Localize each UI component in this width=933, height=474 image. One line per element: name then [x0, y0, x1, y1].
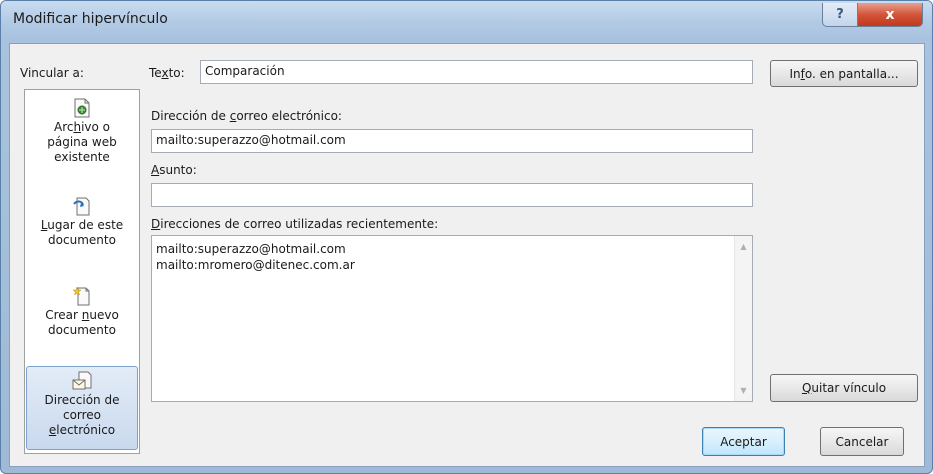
- recent-addresses-list[interactable]: mailto:superazzo@hotmail.com mailto:mrom…: [151, 235, 753, 402]
- scroll-up-arrow-icon[interactable]: ▲: [735, 238, 752, 255]
- link-create-new-document[interactable]: Crear nuevo documento: [27, 286, 137, 352]
- email-address-icon: [72, 371, 92, 390]
- ok-button[interactable]: Aceptar: [702, 427, 785, 456]
- link-existing-file-or-web-page[interactable]: Archivo o página web existente: [27, 98, 137, 176]
- email-address-field[interactable]: mailto:superazzo@hotmail.com: [151, 129, 753, 153]
- list-item[interactable]: mailto:mromero@ditenec.com.ar: [156, 258, 355, 272]
- screen-tip-button[interactable]: Info. en pantalla...: [770, 60, 918, 87]
- scroll-down-arrow-icon[interactable]: ▼: [735, 382, 752, 399]
- existing-file-icon: [74, 98, 90, 118]
- link-email-address[interactable]: Dirección de correo electrónico: [26, 366, 138, 450]
- link-create-line2: documento: [48, 323, 116, 337]
- subject-field[interactable]: [151, 183, 753, 207]
- dialog-title: Modificar hipervínculo: [13, 11, 168, 27]
- list-scrollbar[interactable]: ▲ ▼: [734, 236, 752, 401]
- cancel-button[interactable]: Cancelar: [820, 427, 904, 456]
- link-place-line2: documento: [48, 233, 116, 247]
- help-icon: ?: [836, 7, 844, 22]
- link-existing-line1: Archivo o: [53, 120, 111, 134]
- link-email-line2: correo: [62, 408, 102, 422]
- place-in-document-icon: [73, 197, 90, 216]
- close-icon: x: [885, 6, 895, 23]
- remove-link-label: Quitar vínculo: [801, 381, 887, 395]
- link-existing-line2: página web: [47, 135, 117, 149]
- link-place-line1: Lugar de este: [40, 218, 124, 232]
- text-to-display-field[interactable]: Comparación: [200, 60, 753, 84]
- link-email-line3: electrónico: [48, 423, 116, 437]
- link-place-in-document[interactable]: Lugar de este documento: [27, 196, 137, 262]
- dialog-window: Modificar hipervínculo ? x Vincular a: A…: [0, 0, 933, 474]
- link-to-label: Vincular a:: [20, 66, 84, 80]
- help-button[interactable]: ?: [822, 3, 858, 27]
- title-bar[interactable]: Modificar hipervínculo ? x: [1, 1, 932, 41]
- create-new-document-icon: [73, 286, 90, 306]
- link-create-line1: Crear nuevo: [45, 308, 119, 322]
- text-to-display-label: Texto:: [149, 66, 185, 80]
- email-address-label: Dirección de correo electrónico:: [151, 109, 342, 123]
- link-existing-line3: existente: [54, 150, 110, 164]
- subject-label: Asunto:: [151, 163, 197, 177]
- link-email-line1: Dirección de: [44, 393, 120, 407]
- screen-tip-label: Info. en pantalla...: [789, 66, 899, 81]
- remove-link-button[interactable]: Quitar vínculo: [770, 374, 918, 402]
- list-item[interactable]: mailto:superazzo@hotmail.com: [156, 242, 346, 256]
- recent-addresses-label: Direcciones de correo utilizadas recient…: [151, 217, 439, 231]
- dialog-body: Vincular a: Archivo o página web existen…: [9, 43, 925, 467]
- link-to-panel: Archivo o página web existente Lugar de …: [24, 89, 140, 454]
- close-button[interactable]: x: [857, 3, 923, 27]
